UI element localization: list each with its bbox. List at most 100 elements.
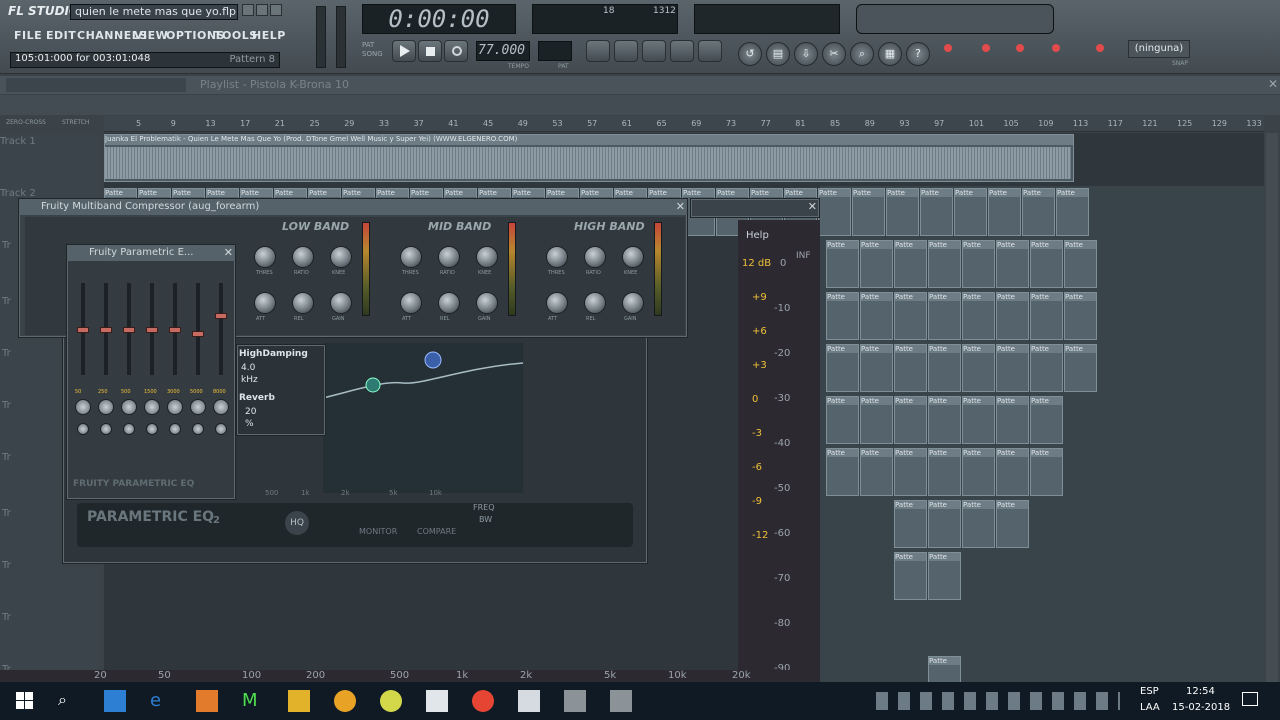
eq-gain-knob[interactable] <box>98 399 114 415</box>
notification-icon[interactable] <box>1242 692 1258 706</box>
multiband-close-icon[interactable]: ✕ <box>676 200 685 213</box>
clock-date[interactable]: 15-02-2018 <box>1172 702 1230 713</box>
pattern-clip[interactable]: Patte <box>920 188 953 236</box>
monitor-button[interactable]: MONITOR <box>359 527 397 536</box>
pattern-clip[interactable]: Patte <box>894 448 927 496</box>
mixer-button[interactable] <box>698 40 722 62</box>
pattern-clip[interactable]: Patte <box>928 240 961 288</box>
playlist-scrollbar[interactable] <box>1266 133 1278 682</box>
pattern-clip[interactable]: Patte <box>818 188 851 236</box>
stretch-toggle[interactable]: STRETCH <box>62 119 89 126</box>
play-button[interactable] <box>392 40 416 62</box>
eq-gain-knob[interactable] <box>190 399 206 415</box>
compressor-knob[interactable] <box>584 246 606 268</box>
eq-plot[interactable] <box>322 343 524 493</box>
export-icon[interactable]: ⇩ <box>794 42 818 66</box>
pattern-clip[interactable]: Patte <box>1064 344 1097 392</box>
pattern-clip[interactable]: Patte <box>962 448 995 496</box>
tray-icons[interactable] <box>876 692 1120 710</box>
minimize-icon[interactable] <box>242 4 254 16</box>
pattern-clip[interactable]: Patte <box>1030 344 1063 392</box>
reverb-value[interactable]: 20 <box>245 407 256 417</box>
compare-button[interactable]: COMPARE <box>417 527 456 536</box>
fl-box-icon-2[interactable] <box>610 690 632 712</box>
media-icon[interactable] <box>196 690 218 712</box>
playlist-button[interactable] <box>586 40 610 62</box>
compressor-knob[interactable] <box>622 246 644 268</box>
fl-box-icon-1[interactable] <box>564 690 586 712</box>
eq-bw-knob[interactable] <box>77 423 89 435</box>
master-volume-slider[interactable] <box>316 6 326 68</box>
pattern-clip[interactable]: Patte <box>826 292 859 340</box>
pattern-clip[interactable]: Patte <box>860 240 893 288</box>
store-icon[interactable] <box>104 690 126 712</box>
compressor-knob[interactable] <box>400 292 422 314</box>
mail-icon[interactable] <box>426 690 448 712</box>
compressor-knob[interactable] <box>438 246 460 268</box>
pattern-clip[interactable]: Patte <box>826 448 859 496</box>
compressor-knob[interactable] <box>330 246 352 268</box>
master-pitch-slider[interactable] <box>336 6 346 68</box>
pattern-clip[interactable]: Patte <box>860 448 893 496</box>
eq-slider-cap[interactable] <box>169 327 181 333</box>
eq-bw-knob[interactable] <box>169 423 181 435</box>
zero-cross-toggle[interactable]: ZERO-CROSS <box>6 119 46 126</box>
step-sequencer-button[interactable] <box>614 40 638 62</box>
snap-selector[interactable]: (ninguna) <box>1128 40 1190 58</box>
eq-bw-knob[interactable] <box>100 423 112 435</box>
led-recording-icon[interactable] <box>1052 44 1060 52</box>
pattern-clip[interactable]: Patte <box>996 500 1029 548</box>
pattern-clip[interactable]: Patte <box>860 396 893 444</box>
pattern-clip[interactable]: Patte <box>962 500 995 548</box>
compressor-knob[interactable] <box>254 292 276 314</box>
menu-help[interactable]: HELP <box>252 29 286 45</box>
help-icon[interactable]: ? <box>906 42 930 66</box>
led-countdown-icon[interactable] <box>982 44 990 52</box>
menu-file[interactable]: FILE <box>14 29 42 45</box>
eq-slider-cap[interactable] <box>146 327 158 333</box>
pattern-clip[interactable]: Patte <box>852 188 885 236</box>
compressor-knob[interactable] <box>330 292 352 314</box>
compressor-knob[interactable] <box>400 246 422 268</box>
pattern-clip[interactable]: Patte <box>860 344 893 392</box>
save-icon[interactable]: ▤ <box>766 42 790 66</box>
pattern-clip[interactable]: Patte <box>996 240 1029 288</box>
eq-bw-knob[interactable] <box>123 423 135 435</box>
help-link[interactable]: Help <box>746 230 769 241</box>
pattern-clip[interactable]: Patte <box>1022 188 1055 236</box>
eq-bw-knob[interactable] <box>146 423 158 435</box>
pattern-clip[interactable]: Patte <box>928 552 961 600</box>
compressor-knob[interactable] <box>546 246 568 268</box>
playlist-tools[interactable] <box>6 78 186 92</box>
hq-button[interactable]: HQ <box>285 511 309 535</box>
edge-icon[interactable]: e <box>150 690 172 712</box>
pattern-clip[interactable]: Patte <box>826 344 859 392</box>
pattern-clip[interactable]: Patte <box>1030 292 1063 340</box>
project-info-icon[interactable]: ▦ <box>878 42 902 66</box>
pattern-clip[interactable]: Patte <box>962 292 995 340</box>
pattern-clip[interactable]: Patte <box>1030 396 1063 444</box>
pattern-clip[interactable]: Patte <box>1030 448 1063 496</box>
led-blend-icon[interactable] <box>1016 44 1024 52</box>
eq-gain-knob[interactable] <box>121 399 137 415</box>
pattern-clip[interactable]: Patte <box>996 344 1029 392</box>
pattern-clip[interactable]: Patte <box>886 188 919 236</box>
eq-gain-knob[interactable] <box>75 399 91 415</box>
param-small-close-icon[interactable]: ✕ <box>224 246 233 259</box>
song-mode-switch[interactable]: PAT SONG <box>362 41 383 59</box>
eq-bw-knob[interactable] <box>192 423 204 435</box>
compressor-knob[interactable] <box>254 246 276 268</box>
undo-icon[interactable]: ↺ <box>738 42 762 66</box>
pattern-clip[interactable]: Patte <box>996 448 1029 496</box>
pattern-clip[interactable]: Patte <box>996 396 1029 444</box>
overlap-close-icon[interactable]: ✕ <box>808 200 817 213</box>
close-icon[interactable] <box>270 4 282 16</box>
timeline-ruler[interactable]: 5 9 13 17 21 25 29 33 37 41 45 49 53 57 61 65 69 73 77 81 85… <box>104 116 1264 132</box>
pattern-clip[interactable]: Patte <box>860 292 893 340</box>
pattern-clip[interactable]: Patte <box>1064 240 1097 288</box>
eq-bw-knob[interactable] <box>215 423 227 435</box>
eq-slider-cap[interactable] <box>215 313 227 319</box>
tempo-display[interactable]: 77.000 <box>476 41 530 61</box>
pattern-clip[interactable]: Patte <box>894 292 927 340</box>
eq-band-handle[interactable] <box>424 351 442 369</box>
